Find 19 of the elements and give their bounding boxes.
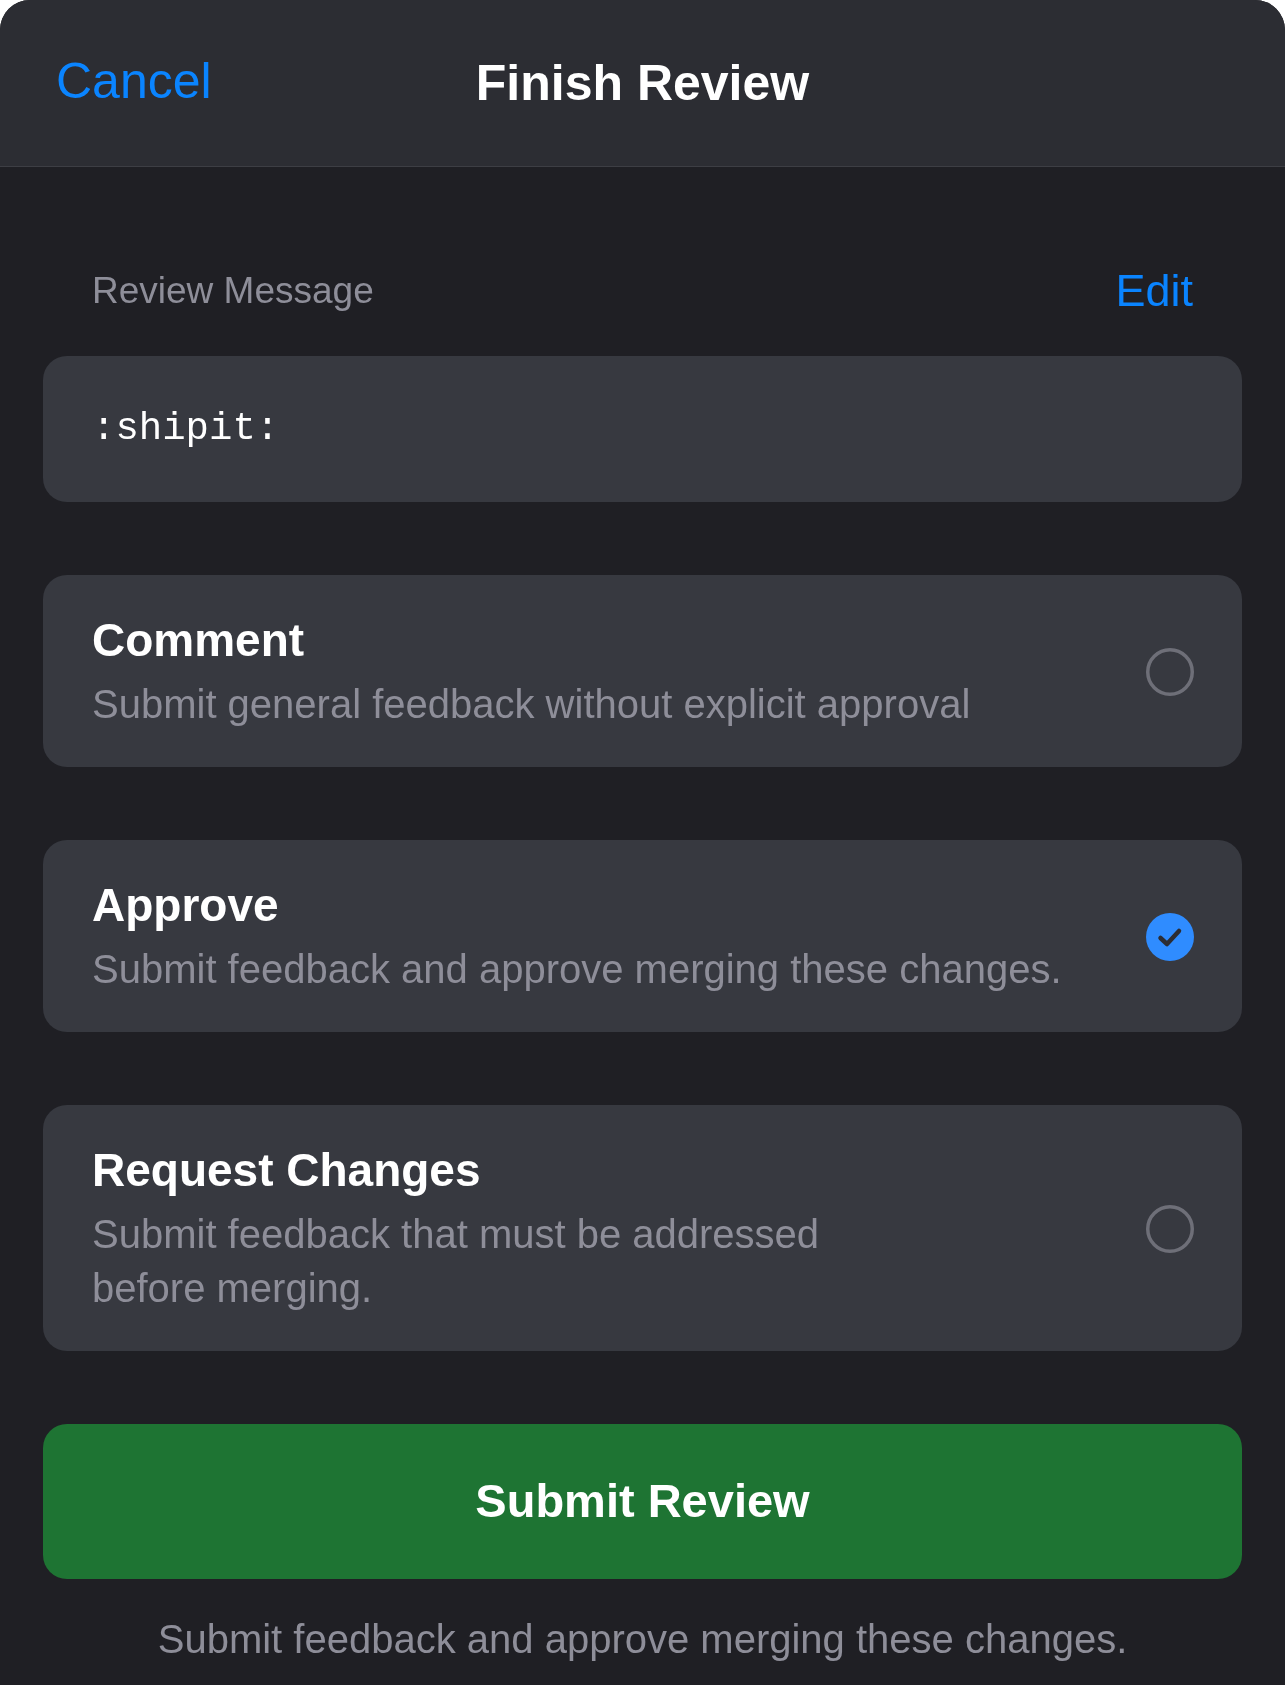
section-label: Review Message xyxy=(92,269,374,313)
option-description: Submit feedback and approve merging these changes. xyxy=(92,946,1062,993)
checkmark-circle-icon[interactable] xyxy=(1146,913,1194,961)
option-description: Submit feedback that must be addressed before merging. xyxy=(92,1211,820,1312)
review-option-card[interactable]: Request Changes Submit feedback that must be addressed before merging. xyxy=(43,1105,1242,1351)
radio-circle-icon[interactable] xyxy=(1146,648,1194,696)
option-description: Submit general feedback without explicit approval xyxy=(92,681,971,728)
option-title: Comment xyxy=(92,613,306,667)
review-message-field: :shipit: xyxy=(43,356,1242,502)
review-option-card[interactable]: Comment Submit general feedback without explicit approval xyxy=(43,575,1242,767)
submit-review-button[interactable]: Submit Review xyxy=(43,1424,1242,1579)
footer-note: Submit feedback and approve merging these changes. xyxy=(156,1616,1129,1663)
screen-title: Finish Review xyxy=(475,54,810,113)
option-title: Approve xyxy=(92,878,280,932)
edit-button[interactable]: Edit xyxy=(1115,266,1193,316)
option-title: Request Changes xyxy=(92,1143,482,1197)
review-option-card[interactable]: Approve Submit feedback and approve merging these changes. xyxy=(43,840,1242,1032)
radio-circle-icon[interactable] xyxy=(1146,1205,1194,1253)
cancel-button[interactable]: Cancel xyxy=(56,51,212,111)
